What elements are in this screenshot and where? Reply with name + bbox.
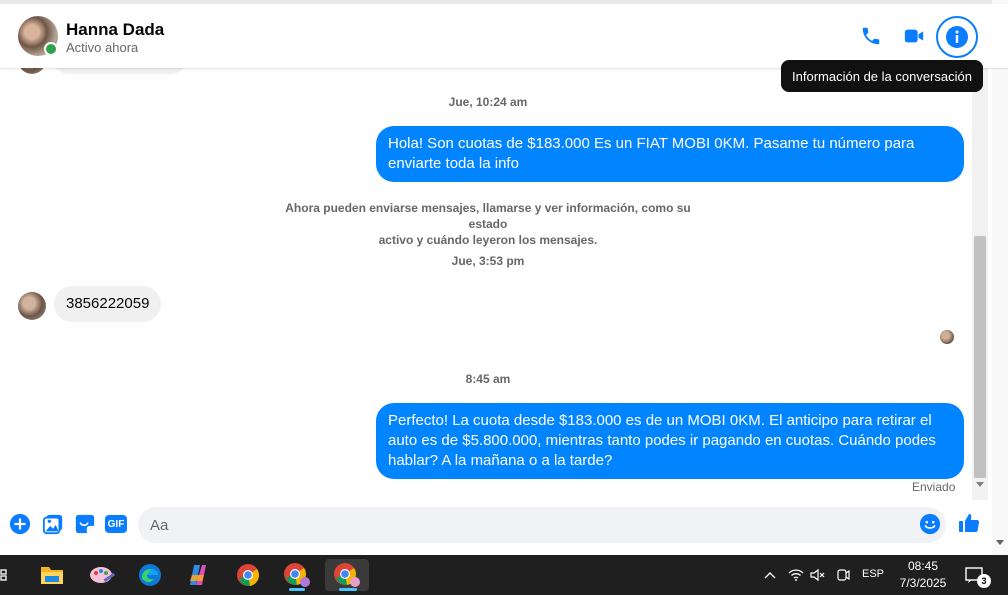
palette-icon <box>90 567 115 583</box>
system-message-line: Ahora pueden enviarse mensajes, llamarse… <box>285 201 691 231</box>
notifications-button[interactable]: 3 <box>960 559 991 591</box>
chrome-icon <box>237 564 259 587</box>
volume-muted-icon <box>810 568 825 582</box>
gif-icon: GIF <box>105 515 127 533</box>
online-indicator <box>44 42 58 56</box>
chat-scrollbar-thumb[interactable] <box>974 236 986 478</box>
message-list[interactable]: Jue, 10:24 am Hola! Son cuotas de $183.0… <box>0 68 972 500</box>
show-hidden-icons-button[interactable] <box>760 559 780 591</box>
message-composer: GIF <box>0 500 992 550</box>
contact-avatar-small <box>18 292 46 320</box>
chrome-app[interactable] <box>228 559 268 591</box>
active-indicator <box>339 588 357 591</box>
running-indicator <box>289 588 305 591</box>
chevron-up-icon <box>764 572 776 579</box>
windows-taskbar: ESP 08:45 7/3/2025 3 <box>0 555 1008 595</box>
phone-icon <box>862 27 880 45</box>
wifi-status[interactable] <box>786 559 806 591</box>
emoji-button[interactable] <box>918 512 942 536</box>
sticker-icon <box>75 514 95 534</box>
copilot-app[interactable] <box>178 559 218 591</box>
attach-media-button[interactable] <box>41 512 65 536</box>
edge-icon <box>139 564 161 586</box>
timestamp: Jue, 10:24 am <box>448 95 528 109</box>
system-message-line: activo y cuándo leyeron los mensajes. <box>378 233 598 247</box>
language-indicator[interactable]: ESP <box>862 568 884 580</box>
gif-button[interactable]: GIF <box>104 512 128 536</box>
system-message: Ahora pueden enviarse mensajes, llamarse… <box>270 200 706 248</box>
contact-status: Activo ahora <box>66 40 139 55</box>
image-icon <box>42 514 63 535</box>
more-actions-button[interactable] <box>8 512 32 536</box>
seen-indicator-avatar <box>940 330 954 344</box>
notification-badge: 3 <box>977 574 991 588</box>
conversation-info-button[interactable] <box>936 16 978 58</box>
task-view-icon <box>0 569 7 581</box>
edge-app[interactable] <box>130 559 170 591</box>
wifi-icon <box>788 569 804 581</box>
plus-icon <box>9 513 31 535</box>
chrome-profile-icon <box>284 563 310 587</box>
emoji-icon <box>919 513 941 535</box>
task-view-button[interactable] <box>0 559 14 591</box>
timestamp: 8:45 am <box>465 372 511 386</box>
copilot-icon <box>190 565 206 585</box>
call-button[interactable] <box>853 18 889 54</box>
incoming-message-partial[interactable] <box>52 68 187 74</box>
gif-label: GIF <box>107 518 125 530</box>
incoming-message[interactable]: 3856222059 <box>54 286 162 322</box>
conversation-header: Hanna Dada Activo ahora <box>0 4 1008 68</box>
page-scrollbar[interactable] <box>992 0 1008 555</box>
sent-status: Enviado <box>912 480 956 494</box>
folder-icon <box>41 567 63 584</box>
clock-date[interactable]: 7/3/2025 <box>895 576 951 590</box>
outgoing-message[interactable]: Perfecto! La cuota desde $183.000 es de … <box>376 403 964 479</box>
scroll-down-arrow[interactable] <box>976 482 984 487</box>
page-scroll-down-arrow[interactable] <box>996 540 1004 545</box>
like-button[interactable] <box>956 510 982 536</box>
file-explorer-app[interactable] <box>32 559 72 591</box>
video-icon <box>904 29 924 43</box>
like-icon <box>959 514 980 533</box>
timestamp: Jue, 3:53 pm <box>451 254 525 268</box>
message-input[interactable] <box>138 507 946 543</box>
chrome-profile-app-active[interactable] <box>325 559 369 591</box>
notification-count: 3 <box>981 576 987 586</box>
sticker-button[interactable] <box>73 512 97 536</box>
chrome-profile-icon <box>334 563 360 587</box>
outgoing-message[interactable]: Hola! Son cuotas de $183.000 Es un FIAT … <box>376 126 964 182</box>
meet-now-status[interactable] <box>833 559 853 591</box>
volume-status[interactable] <box>808 559 828 591</box>
video-call-button[interactable] <box>896 18 932 54</box>
info-icon <box>946 26 968 48</box>
contact-avatar-small <box>18 68 46 74</box>
info-tooltip: Información de la conversación <box>781 60 983 92</box>
camera-icon <box>837 569 850 581</box>
clock-time[interactable]: 08:45 <box>900 559 946 573</box>
chrome-profile-app[interactable] <box>277 559 317 591</box>
contact-name[interactable]: Hanna Dada <box>66 20 164 40</box>
paint-app[interactable] <box>82 559 122 591</box>
